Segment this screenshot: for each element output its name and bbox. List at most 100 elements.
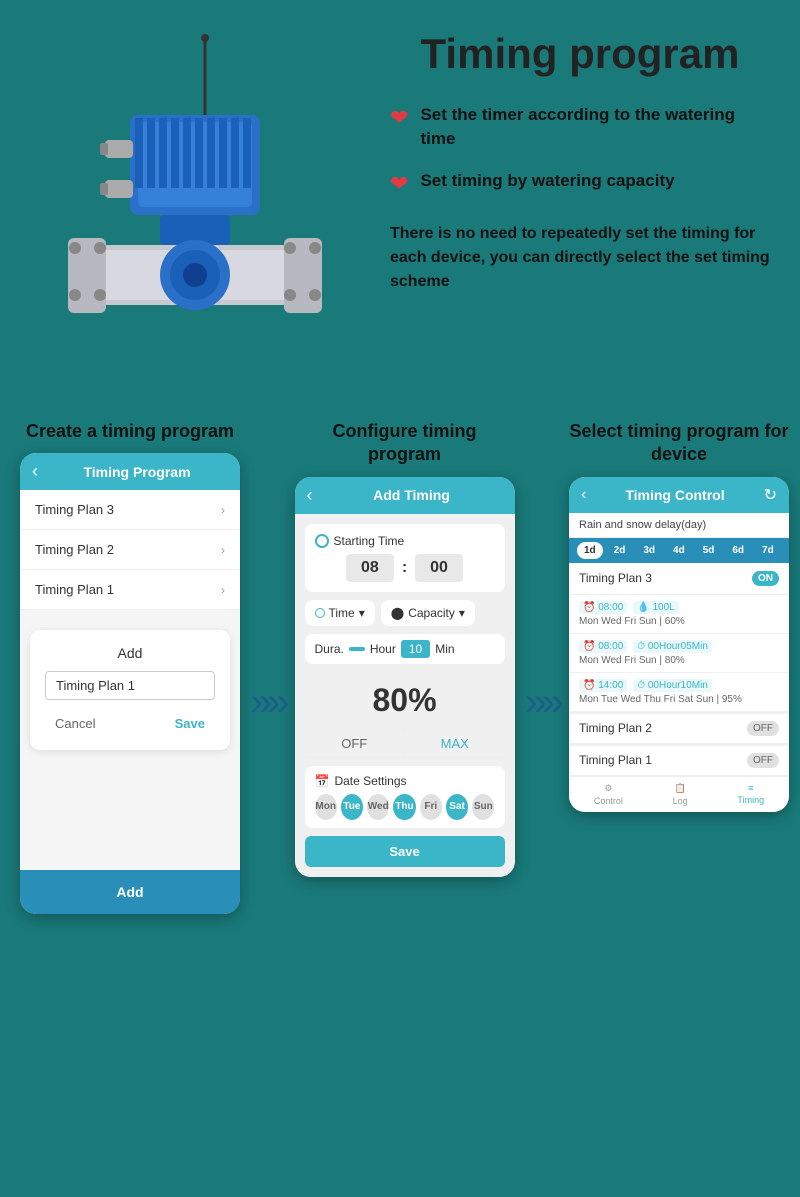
max-button[interactable]: MAX xyxy=(404,730,505,757)
plan1-header-row: Timing Plan 1 OFF xyxy=(569,744,789,776)
schedule-2-duration-badge: ⏱ 00Hour05Min xyxy=(633,640,712,653)
day-pill-3d[interactable]: 3d xyxy=(636,542,662,559)
schedule-3-clock-badge: ⏰ 14:00 xyxy=(579,679,627,692)
timing-label: Timing xyxy=(737,795,764,805)
phone-3-body: Timing Plan 3 ON ⏰ 08:00 💧 100L Mon Wed … xyxy=(569,563,789,776)
day-thu[interactable]: Thu xyxy=(393,794,415,820)
off-button[interactable]: OFF xyxy=(305,730,405,757)
bottom-section: Create a timing program ‹ Timing Program… xyxy=(0,410,800,934)
day-mon[interactable]: Mon xyxy=(315,794,337,820)
schedule-2-time-row: ⏰ 08:00 ⏱ 00Hour05Min xyxy=(579,640,779,653)
time-dropdown-icon: ▾ xyxy=(359,606,365,620)
arrow-2-container: »» xyxy=(525,420,560,914)
hour-display[interactable]: 08 xyxy=(346,554,394,582)
off-max-row: OFF MAX xyxy=(305,729,505,758)
phone-1-header: ‹ Timing Program xyxy=(20,453,240,490)
days-row: Mon Tue Wed Thu Fri Sat Sun xyxy=(315,794,495,820)
feature-item-2: ❤ Set timing by watering capacity xyxy=(390,169,770,197)
phone-3-header: ‹ Timing Control ↻ xyxy=(569,477,789,513)
step-col-3: Select timing program for device ‹ Timin… xyxy=(569,420,789,914)
add-dialog: Add Cancel Save xyxy=(30,630,230,750)
phone-2-header: ‹ Add Timing xyxy=(295,477,515,514)
plan-2-chevron: › xyxy=(221,543,225,557)
schedule-2-clock-badge: ⏰ 08:00 xyxy=(579,640,627,653)
phone-1-mockup: ‹ Timing Program Timing Plan 3 › Timing … xyxy=(20,453,240,914)
phone-3-refresh-icon[interactable]: ↻ xyxy=(764,485,777,505)
plan-3-label: Timing Plan 3 xyxy=(35,502,114,517)
day-fri[interactable]: Fri xyxy=(420,794,442,820)
arrow-right-1-icon: »» xyxy=(250,680,285,725)
plan1-toggle[interactable]: OFF xyxy=(747,753,779,768)
phone-1-back-icon[interactable]: ‹ xyxy=(32,461,38,482)
control-label: Control xyxy=(594,796,623,806)
plan-1-label: Timing Plan 1 xyxy=(35,582,114,597)
day-selector-row: 1d 2d 3d 4d 5d 6d 7d xyxy=(569,538,789,563)
dialog-cancel-button[interactable]: Cancel xyxy=(45,712,105,735)
phone-1-bottom-bar: Add xyxy=(20,870,240,914)
arrow-right-2-icon: »» xyxy=(525,680,560,725)
log-label: Log xyxy=(673,796,688,806)
day-pill-2d[interactable]: 2d xyxy=(607,542,633,559)
day-sun[interactable]: Sun xyxy=(472,794,494,820)
dialog-name-input[interactable] xyxy=(45,671,215,700)
day-pill-4d[interactable]: 4d xyxy=(666,542,692,559)
phone-3-mockup: ‹ Timing Control ↻ Rain and snow delay(d… xyxy=(569,477,789,812)
day-tue[interactable]: Tue xyxy=(341,794,363,820)
starting-time-card: Starting Time 08 : 00 xyxy=(305,524,505,592)
description-text: There is no need to repeatedly set the t… xyxy=(390,222,770,294)
minute-display[interactable]: 00 xyxy=(415,554,463,582)
arrow-1-container: »» xyxy=(250,420,285,914)
phone-2-mockup: ‹ Add Timing Starting Time 08 : 00 xyxy=(295,477,515,877)
step-title-2: Configure timing program xyxy=(295,420,515,467)
schedule-3-time-row: ⏰ 14:00 ⏱ 00Hour10Min xyxy=(579,679,779,692)
log-icon: 📋 xyxy=(675,783,686,794)
plan-item-3[interactable]: Timing Plan 3 › xyxy=(20,490,240,530)
capacity-select[interactable]: ⬤ Capacity ▾ xyxy=(381,600,475,626)
nav-log[interactable]: 📋 Log xyxy=(673,783,688,806)
schedule-item-2: ⏰ 08:00 ⏱ 00Hour05Min Mon Wed Fri Sun | … xyxy=(569,634,789,673)
feature-item-1: ❤ Set the timer according to the waterin… xyxy=(390,103,770,151)
nav-control[interactable]: ⚙ Control xyxy=(594,783,623,806)
rain-delay-label: Rain and snow delay(day) xyxy=(579,519,706,531)
step-title-1: Create a timing program xyxy=(26,420,234,443)
heart-icon-1: ❤ xyxy=(390,105,408,131)
schedule-1-days: Mon Wed Fri Sun | 60% xyxy=(579,616,779,627)
plan2-title: Timing Plan 2 xyxy=(579,721,652,735)
dialog-save-button[interactable]: Save xyxy=(165,712,215,735)
day-pill-5d[interactable]: 5d xyxy=(696,542,722,559)
schedule-1-volume-badge: 💧 100L xyxy=(633,601,678,614)
plan3-toggle[interactable]: ON xyxy=(752,571,779,586)
schedule-3-duration-badge: ⏱ 00Hour10Min xyxy=(633,679,712,692)
feature-text-1: Set the timer according to the watering … xyxy=(420,103,770,151)
day-wed[interactable]: Wed xyxy=(367,794,389,820)
date-icon: 📅 xyxy=(315,774,330,788)
plan-item-1[interactable]: Timing Plan 1 › xyxy=(20,570,240,610)
phone-2-back-icon[interactable]: ‹ xyxy=(307,485,313,506)
phone-3-bottom-nav: ⚙ Control 📋 Log ≡ Timing xyxy=(569,776,789,812)
hour-unit-label: Hour xyxy=(370,642,396,656)
rain-delay-bar: Rain and snow delay(day) xyxy=(569,513,789,538)
plan-1-chevron: › xyxy=(221,583,225,597)
timing-icon: ≡ xyxy=(748,783,753,793)
plan-item-2[interactable]: Timing Plan 2 › xyxy=(20,530,240,570)
day-pill-6d[interactable]: 6d xyxy=(725,542,751,559)
step-col-2: Configure timing program ‹ Add Timing St… xyxy=(295,420,515,914)
day-pill-7d[interactable]: 7d xyxy=(755,542,781,559)
time-display: 08 : 00 xyxy=(315,554,495,582)
step-col-1: Create a timing program ‹ Timing Program… xyxy=(20,420,240,914)
phone-3-header-title: Timing Control xyxy=(586,487,763,503)
nav-timing[interactable]: ≡ Timing xyxy=(737,783,764,806)
phone-2-save-button[interactable]: Save xyxy=(305,836,505,867)
plan2-toggle[interactable]: OFF xyxy=(747,721,779,736)
time-select[interactable]: Time ▾ xyxy=(305,600,375,626)
plan2-header-row: Timing Plan 2 OFF xyxy=(569,712,789,744)
dialog-buttons: Cancel Save xyxy=(45,712,215,735)
plan-2-label: Timing Plan 2 xyxy=(35,542,114,557)
dura-row: Dura. Hour 10 Min xyxy=(305,634,505,664)
day-pill-1d[interactable]: 1d xyxy=(577,542,603,559)
ten-value: 10 xyxy=(401,640,430,658)
schedule-3-days: Mon Tue Wed Thu Fri Sat Sun | 95% xyxy=(579,694,779,705)
phone-1-add-button[interactable]: Add xyxy=(30,880,230,904)
right-content: Timing program ❤ Set the timer according… xyxy=(370,30,770,294)
day-sat[interactable]: Sat xyxy=(446,794,468,820)
